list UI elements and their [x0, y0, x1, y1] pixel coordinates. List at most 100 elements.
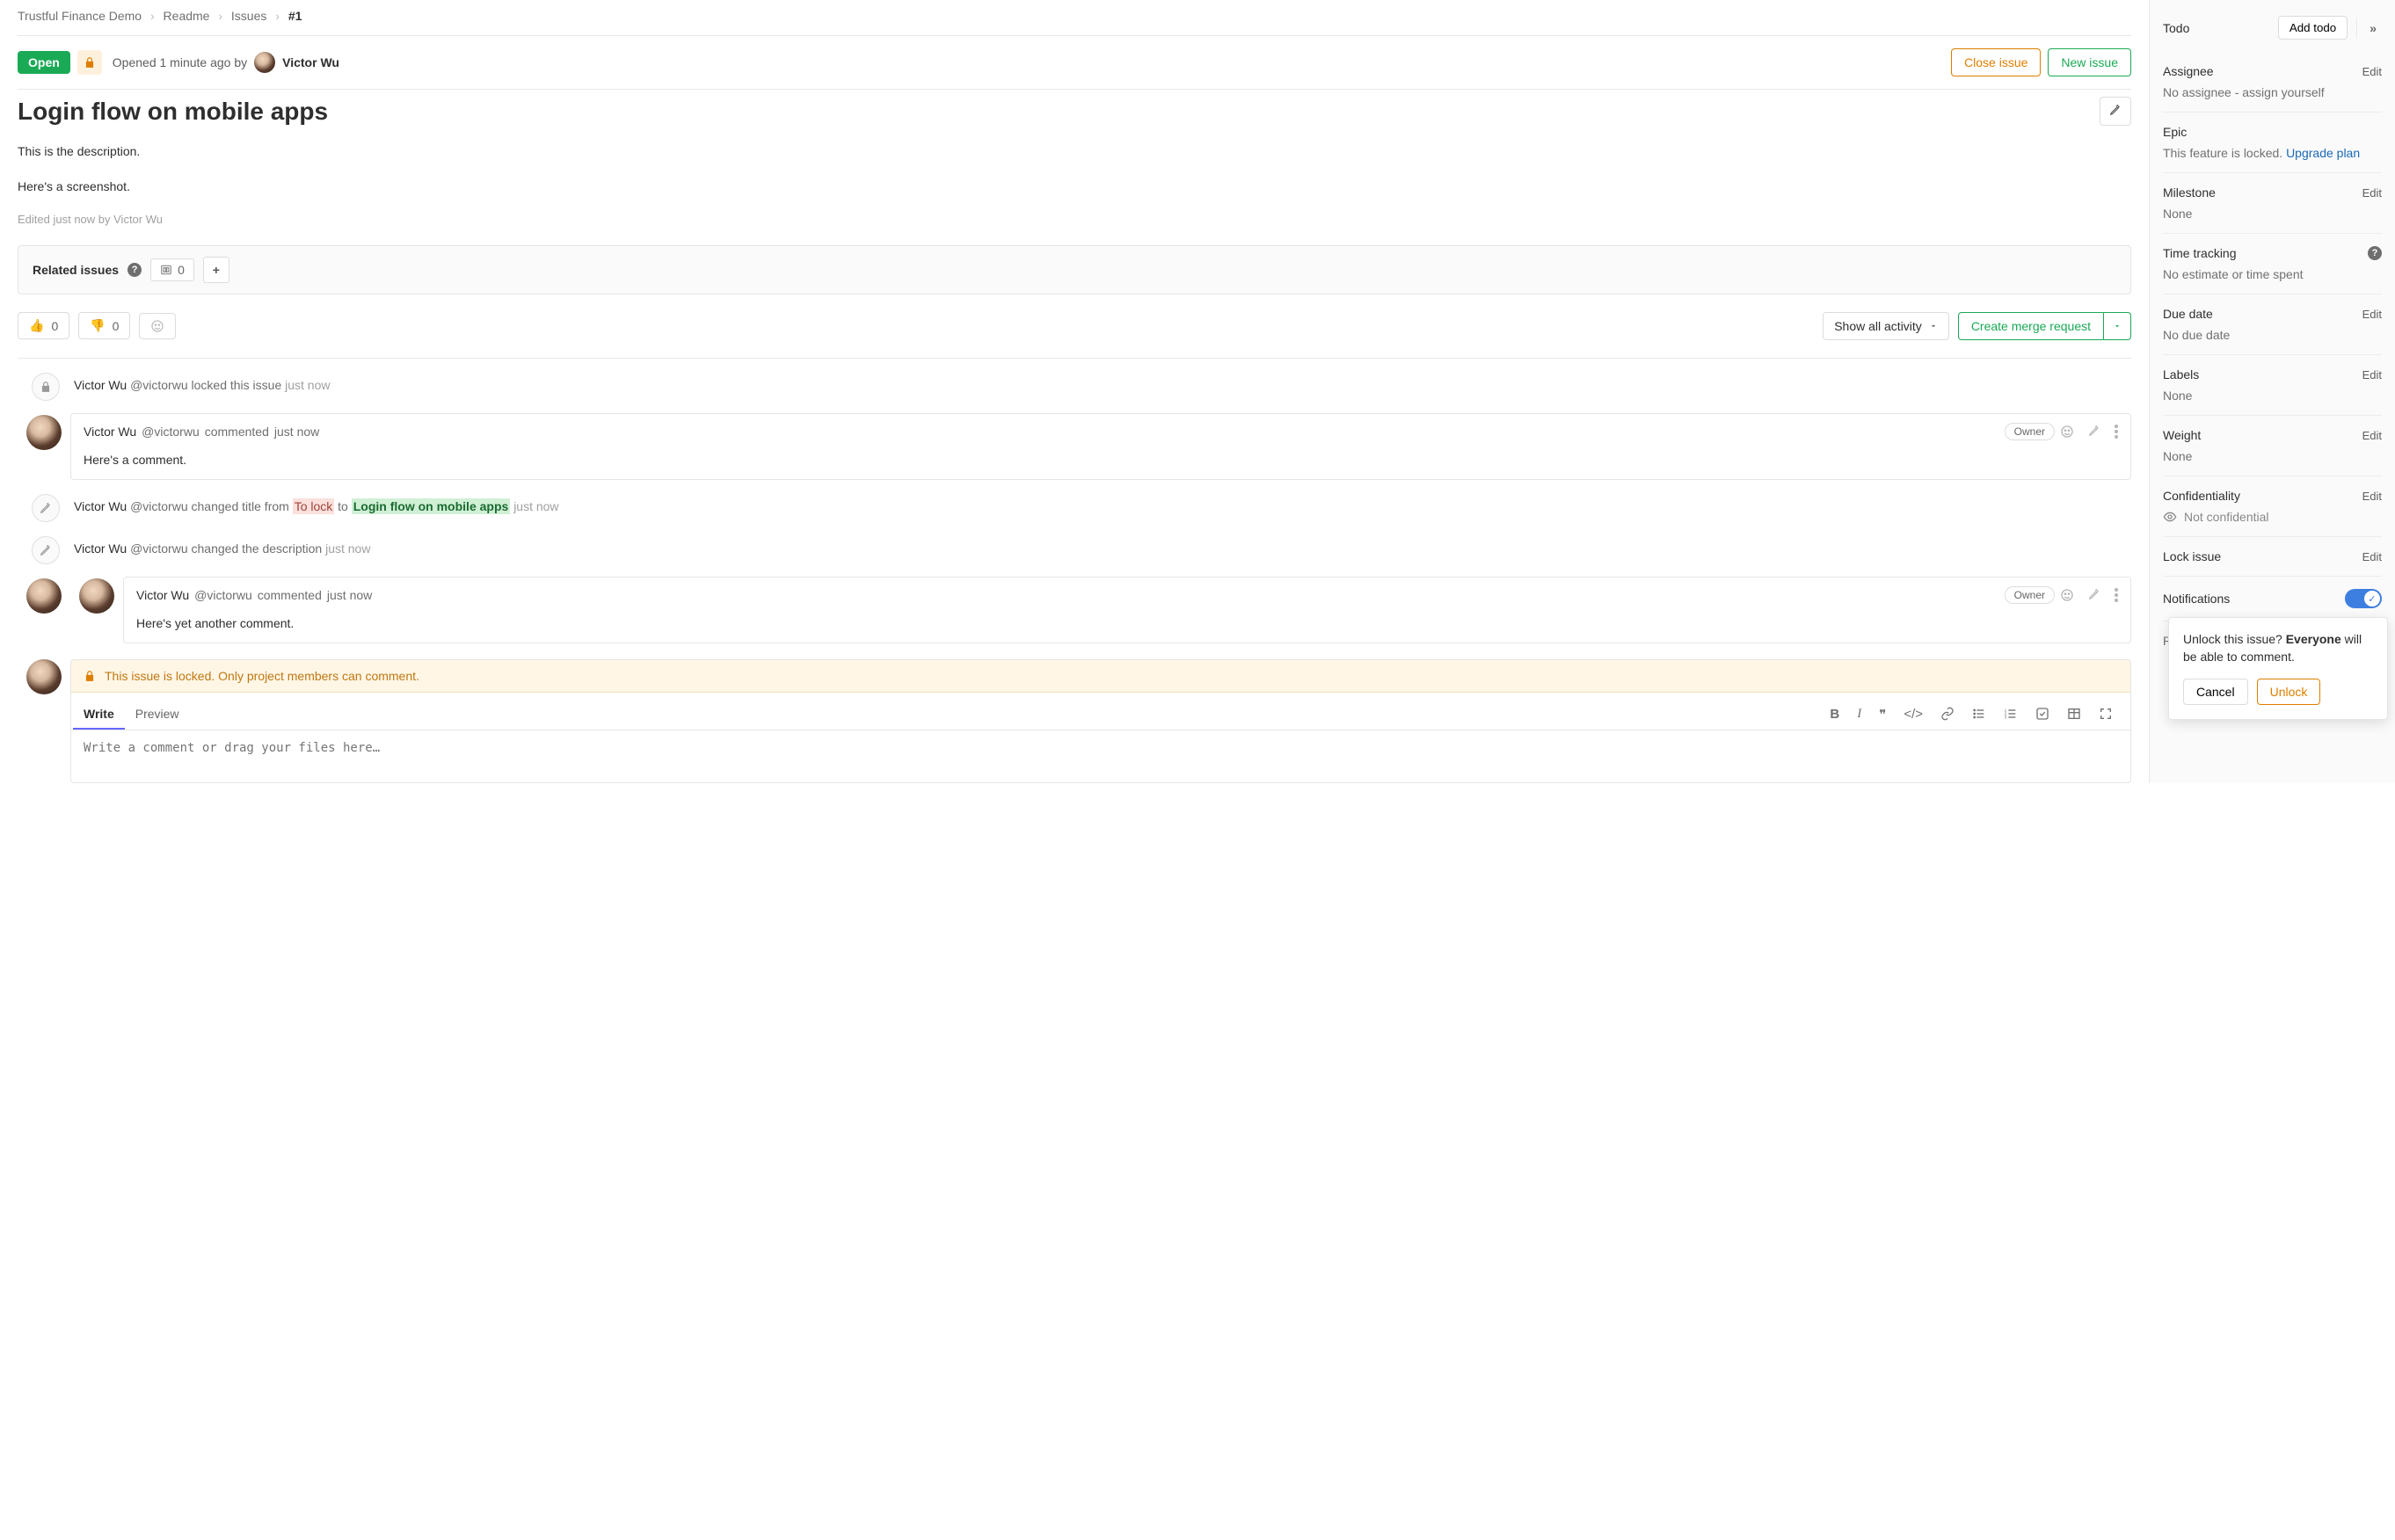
- help-icon[interactable]: ?: [127, 263, 142, 277]
- edit-labels-button[interactable]: Edit: [2362, 368, 2382, 381]
- timeline-system-note: Victor Wu @victorwu locked this issue ju…: [18, 359, 2131, 401]
- lock-icon: [84, 670, 96, 682]
- help-icon[interactable]: ?: [2368, 246, 2382, 260]
- thumbs-up-button[interactable]: 👍 0: [18, 312, 69, 339]
- lock-badge: [77, 50, 102, 75]
- comment-body: Here's yet another comment.: [124, 613, 2130, 643]
- edit-assignee-button[interactable]: Edit: [2362, 65, 2382, 78]
- code-icon[interactable]: </>: [1904, 707, 1923, 723]
- thumbs-down-button[interactable]: 👎 0: [78, 312, 130, 339]
- italic-icon[interactable]: I: [1857, 707, 1861, 723]
- timeline-system-note: Victor Wu @victorwu changed the descript…: [18, 522, 2131, 564]
- issue-title: Login flow on mobile apps: [18, 98, 2100, 126]
- close-issue-button[interactable]: Close issue: [1951, 48, 2041, 76]
- edit-milestone-button[interactable]: Edit: [2362, 186, 2382, 200]
- edit-comment-button[interactable]: [2088, 425, 2100, 439]
- activity-filter-dropdown[interactable]: Show all activity: [1823, 312, 1949, 340]
- sidebar-milestone-value: None: [2163, 207, 2382, 221]
- add-related-issue-button[interactable]: +: [203, 257, 229, 283]
- comment-menu-button[interactable]: [2115, 588, 2118, 602]
- lock-icon: [84, 56, 96, 69]
- sidebar-lock-label: Lock issue: [2163, 549, 2362, 563]
- avatar[interactable]: [26, 415, 62, 450]
- create-merge-request-button[interactable]: Create merge request: [1958, 312, 2104, 340]
- avatar[interactable]: [26, 578, 62, 614]
- edit-comment-button[interactable]: [2088, 588, 2100, 602]
- new-issue-button[interactable]: New issue: [2048, 48, 2131, 76]
- sidebar-milestone-label: Milestone: [2163, 185, 2362, 200]
- unlock-button[interactable]: Unlock: [2257, 679, 2321, 705]
- link-icon[interactable]: [1940, 707, 1955, 723]
- pencil-icon: [2109, 104, 2122, 116]
- tab-preview[interactable]: Preview: [125, 700, 190, 730]
- issue-description: This is the description. Here's a screen…: [18, 142, 2131, 197]
- edit-weight-button[interactable]: Edit: [2362, 429, 2382, 442]
- breadcrumb: Trustful Finance Demo › Readme › Issues …: [18, 0, 2131, 35]
- edited-meta: Edited just now by Victor Wu: [18, 213, 2131, 226]
- chevron-down-icon: [1929, 322, 1938, 331]
- related-issues-panel: Related issues ? 0 +: [18, 245, 2131, 294]
- breadcrumb-project[interactable]: Trustful Finance Demo: [18, 9, 142, 23]
- comment-input[interactable]: [71, 730, 2130, 780]
- avatar[interactable]: [26, 659, 62, 694]
- tab-write[interactable]: Write: [73, 700, 125, 730]
- sidebar-epic-label: Epic: [2163, 125, 2382, 139]
- numbered-list-icon[interactable]: 123: [2004, 707, 2018, 723]
- sidebar-duedate-value: No due date: [2163, 328, 2382, 342]
- eye-icon: [2163, 510, 2177, 524]
- svg-text:3: 3: [2005, 715, 2007, 719]
- sidebar-labels-value: None: [2163, 389, 2382, 403]
- add-reaction-button[interactable]: [2060, 425, 2074, 439]
- owner-badge: Owner: [2005, 423, 2055, 440]
- sidebar-notifications-label: Notifications: [2163, 592, 2345, 606]
- upgrade-plan-link[interactable]: Upgrade plan: [2286, 146, 2360, 160]
- unlock-popover: Unlock this issue? Everyone will be able…: [2168, 617, 2388, 720]
- breadcrumb-repo[interactable]: Readme: [164, 9, 210, 23]
- opened-meta: Opened 1 minute ago by: [113, 55, 247, 69]
- edit-lock-button[interactable]: Edit: [2362, 550, 2382, 563]
- bullet-list-icon[interactable]: [1972, 707, 1986, 723]
- edit-duedate-button[interactable]: Edit: [2362, 308, 2382, 321]
- sidebar-assignee-label: Assignee: [2163, 64, 2362, 78]
- create-merge-request-caret[interactable]: [2104, 312, 2131, 340]
- locked-banner: This issue is locked. Only project membe…: [71, 660, 2130, 693]
- related-issues-count: 0: [150, 258, 194, 281]
- task-list-icon[interactable]: [2035, 707, 2049, 723]
- sidebar-timetracking-value: No estimate or time spent: [2163, 267, 2382, 281]
- breadcrumb-id: #1: [288, 9, 302, 23]
- add-reaction-button[interactable]: [139, 313, 176, 339]
- sidebar-epic-value: This feature is locked. Upgrade plan: [2163, 146, 2382, 160]
- add-todo-button[interactable]: Add todo: [2278, 16, 2348, 40]
- cancel-button[interactable]: Cancel: [2183, 679, 2248, 705]
- timeline-comment: Victor Wu @victorwu commented just now O…: [18, 564, 2131, 643]
- timeline-system-note: Victor Wu @victorwu changed title from T…: [18, 480, 2131, 522]
- thumbs-down-icon: 👎: [90, 318, 105, 333]
- comment-menu-button[interactable]: [2115, 425, 2118, 439]
- lock-icon: [32, 373, 60, 401]
- edit-confidentiality-button[interactable]: Edit: [2362, 490, 2382, 503]
- related-issues-label: Related issues: [33, 263, 119, 277]
- sidebar-confidentiality-label: Confidentiality: [2163, 489, 2362, 503]
- notifications-toggle[interactable]: ✓: [2345, 589, 2382, 608]
- edit-title-button[interactable]: [2100, 97, 2131, 126]
- owner-badge: Owner: [2005, 586, 2055, 604]
- avatar[interactable]: [254, 52, 275, 73]
- author-name[interactable]: Victor Wu: [282, 55, 339, 69]
- collapse-sidebar-button[interactable]: »: [2356, 18, 2382, 39]
- sidebar-timetracking-label: Time tracking: [2163, 246, 2368, 260]
- add-reaction-button[interactable]: [2060, 588, 2074, 602]
- sidebar-assignee-value[interactable]: No assignee - assign yourself: [2163, 85, 2382, 99]
- bold-icon[interactable]: B: [1830, 707, 1839, 723]
- table-icon[interactable]: [2067, 707, 2081, 723]
- sidebar-weight-label: Weight: [2163, 428, 2362, 442]
- avatar[interactable]: [79, 578, 114, 614]
- comment-body: Here's a comment.: [71, 449, 2130, 479]
- timeline-comment: Victor Wu @victorwu commented just now O…: [18, 401, 2131, 480]
- status-badge: Open: [18, 51, 70, 74]
- comment-composer: This issue is locked. Only project membe…: [70, 659, 2131, 783]
- fullscreen-icon[interactable]: [2099, 707, 2113, 723]
- pencil-icon: [32, 494, 60, 522]
- sidebar-labels-label: Labels: [2163, 367, 2362, 381]
- breadcrumb-section[interactable]: Issues: [231, 9, 266, 23]
- quote-icon[interactable]: ❞: [1879, 707, 1886, 723]
